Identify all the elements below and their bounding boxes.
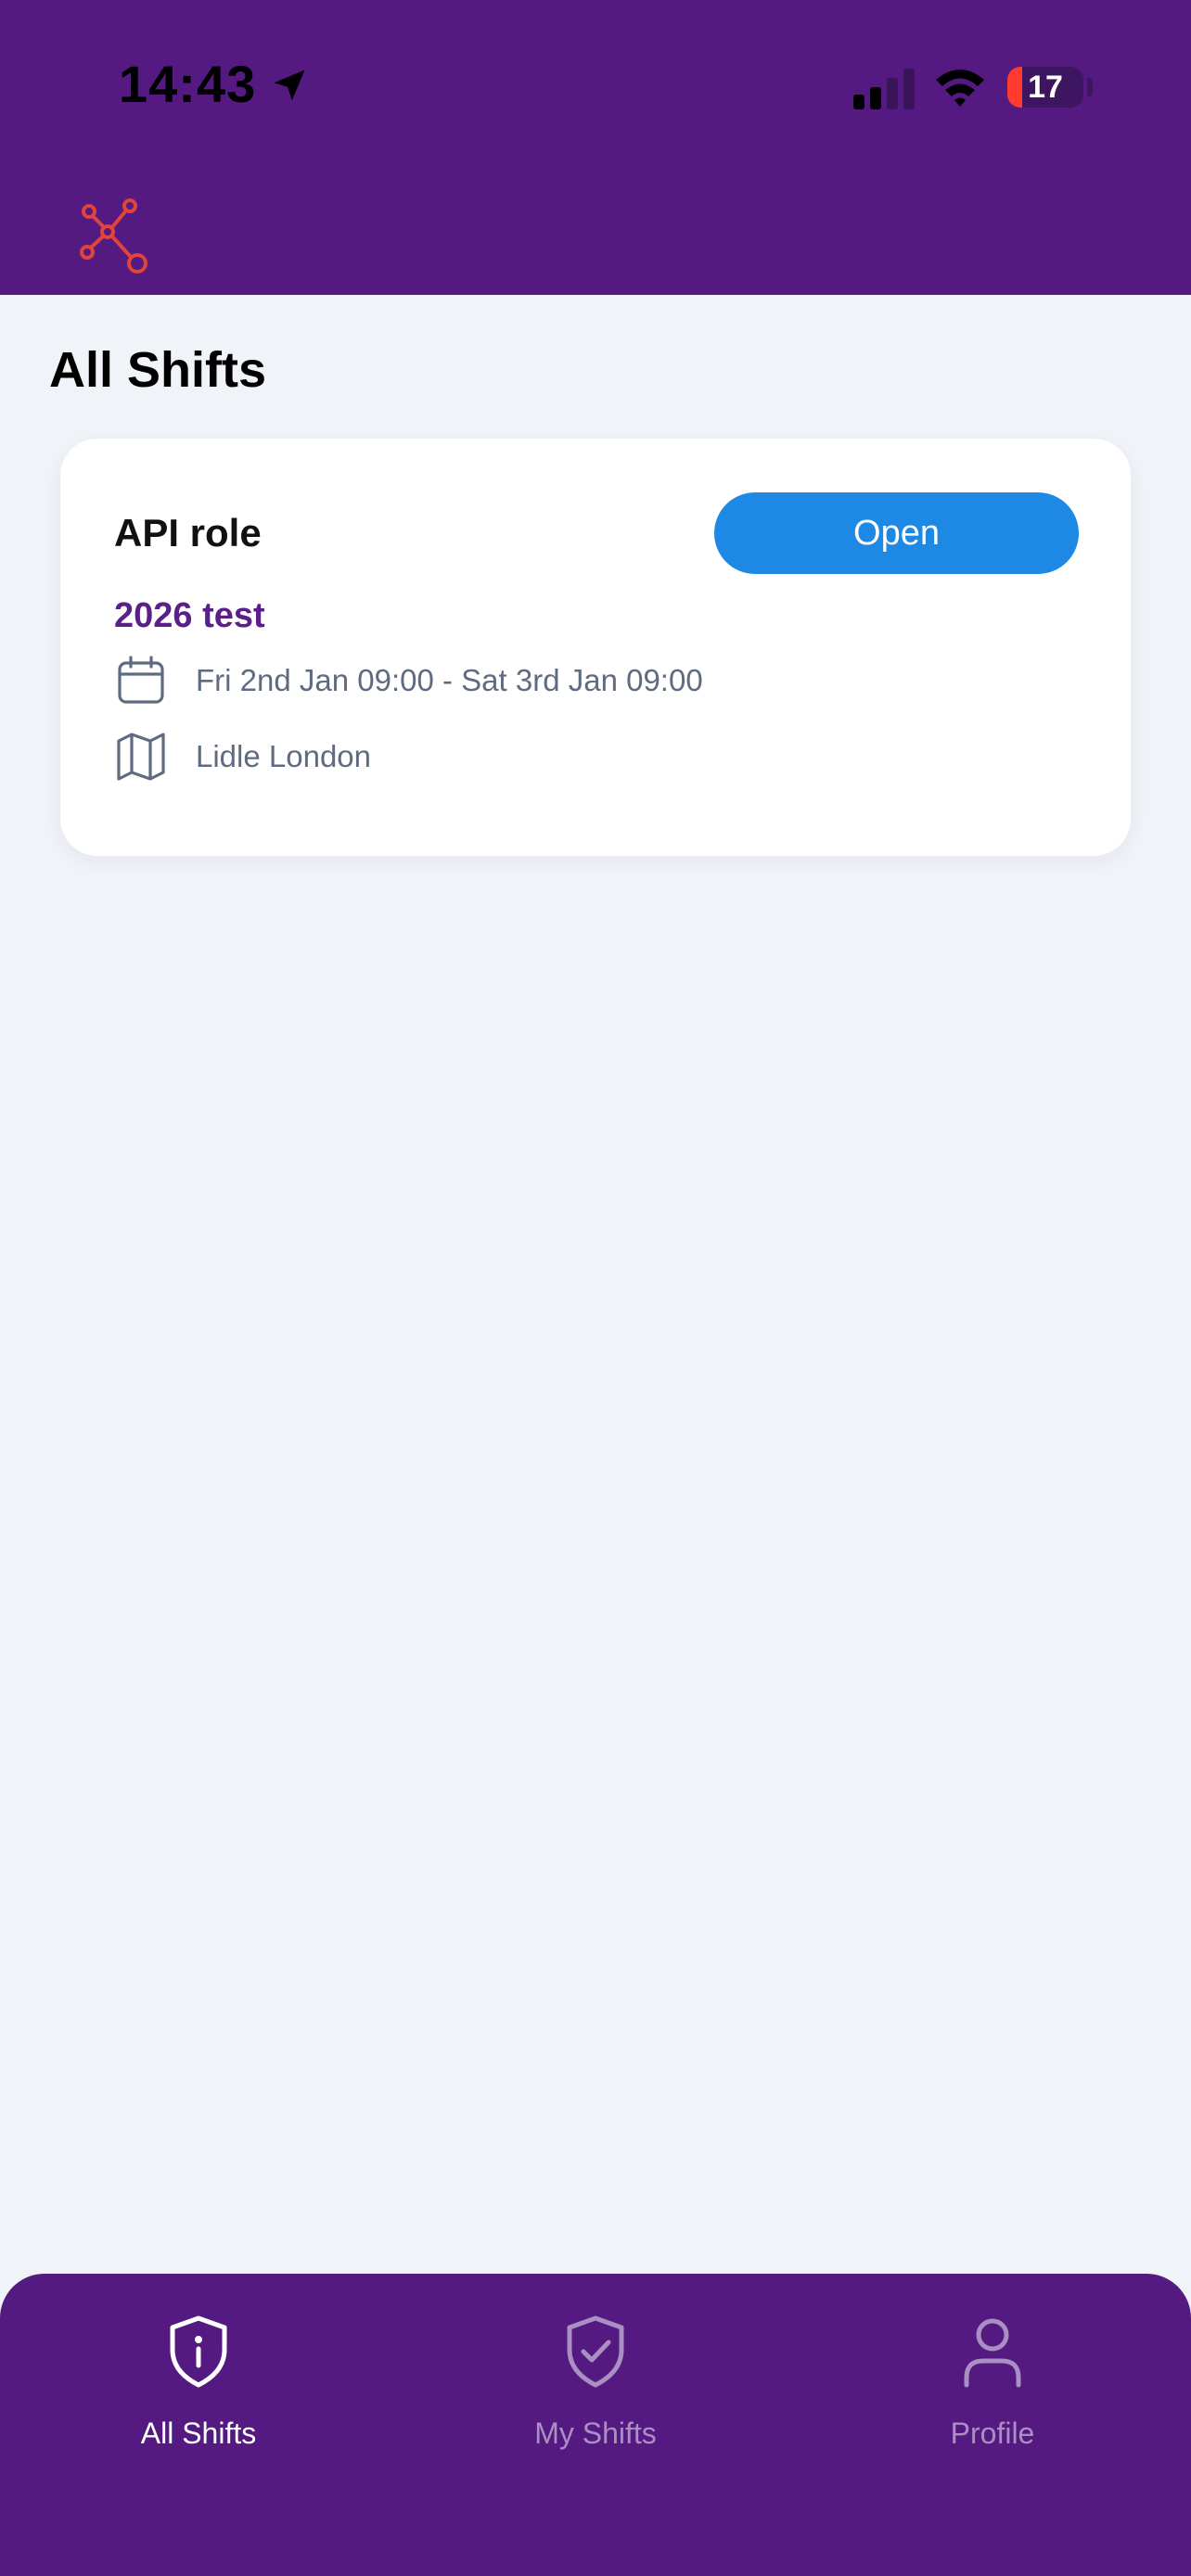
shield-info-icon [170,2315,227,2388]
person-icon [964,2318,1021,2388]
cellular-signal-icon [853,69,915,109]
page-title: All Shifts [49,342,267,398]
tab-profile-label: Profile [950,2417,1035,2450]
battery-level: 17 [1028,70,1063,105]
network-nodes-logo-icon[interactable] [74,195,156,276]
battery-cap [1087,78,1093,96]
open-shift-button[interactable]: Open [714,492,1079,574]
tab-profile[interactable]: Profile [794,2274,1191,2576]
calendar-icon [118,656,164,704]
battery-icon: 17 [1007,67,1083,108]
shift-card[interactable]: API role Open 2026 test Fri 2nd Jan 09:0… [60,439,1131,856]
shift-location: Lidle London [196,739,372,773]
map-icon [117,733,165,781]
tab-my-shifts[interactable]: My Shifts [397,2274,794,2576]
top-header: 14:43 17 [0,0,1191,295]
wifi-icon [936,70,984,107]
status-time: 14:43 [119,55,257,113]
bottom-tab-bar: All Shifts My Shifts Profile [0,2274,1191,2576]
tab-my-shifts-label: My Shifts [534,2417,657,2450]
location-arrow-icon [274,70,305,101]
shift-role: API role [114,511,262,555]
shield-check-icon [567,2315,624,2388]
tab-all-shifts[interactable]: All Shifts [0,2274,397,2576]
shift-name: 2026 test [114,596,265,635]
app-screen: 14:43 17 All Shifts API role Open 2026 t… [0,0,1191,2576]
tab-all-shifts-label: All Shifts [140,2417,257,2450]
shift-date-range: Fri 2nd Jan 09:00 - Sat 3rd Jan 09:00 [196,663,703,697]
